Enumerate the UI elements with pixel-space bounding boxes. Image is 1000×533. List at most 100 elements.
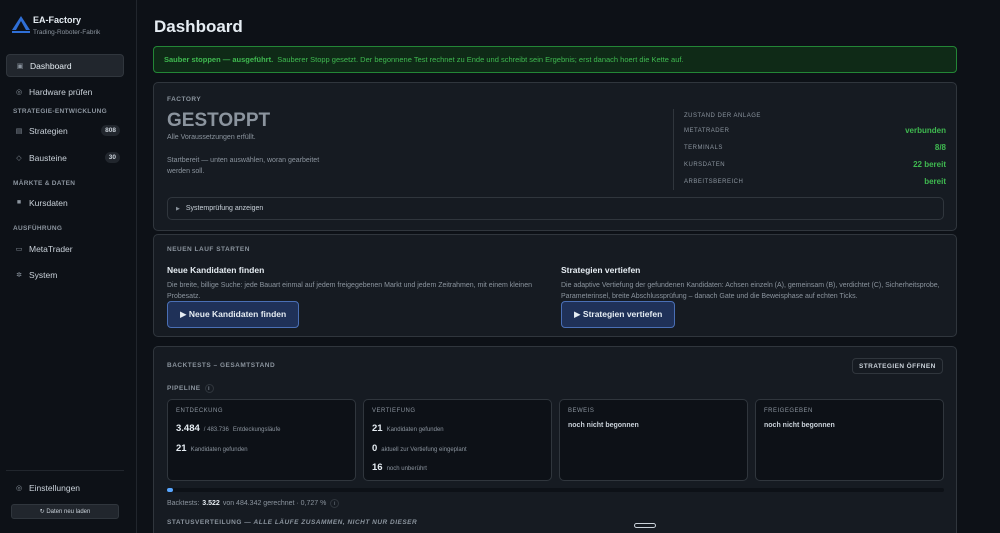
deepening-found-label: Kandidaten gefunden: [386, 427, 444, 433]
sidebar-item-strategies[interactable]: ▤ Strategien 808: [6, 119, 124, 142]
state-value: verbunden: [905, 126, 946, 135]
sidebar-item-label: System: [29, 269, 58, 280]
sidebar-item-label: Einstellungen: [29, 482, 81, 493]
sidebar-item-settings[interactable]: ◎ Einstellungen: [6, 476, 124, 499]
find-candidates-section: Neue Kandidaten finden Die breite, billi…: [167, 265, 552, 302]
alert-strong: Sauber stoppen — ausgeführt.: [164, 55, 274, 64]
settings-icon: ◎: [15, 484, 23, 492]
deepening-untouched-value: 16: [372, 462, 383, 473]
sidebar-item-label: Dashboard: [30, 60, 72, 71]
discovery-runs-label: Entdeckungsläufe: [232, 427, 281, 433]
sidebar-item-system[interactable]: ✲ System: [6, 263, 124, 286]
caret-right-icon: ▶: [176, 205, 180, 212]
status-dist-note: ALLE LÄUFE ZUSAMMEN, NICHT NUR DIESER: [253, 519, 418, 526]
square-icon: ■: [16, 199, 22, 206]
deepen-strategies-button[interactable]: ▶ Strategien vertiefen: [561, 301, 676, 328]
state-row: METATRADER verbunden: [684, 126, 946, 135]
deepening-planned-value: 0: [372, 443, 378, 454]
sidebar-item-dashboard[interactable]: ▣ Dashboard: [6, 54, 124, 77]
backtests-progress-fill: [167, 488, 174, 492]
reload-data-button[interactable]: ↻ Daten neu laden: [11, 504, 119, 519]
deepening-found-value: 21: [372, 423, 383, 434]
alert-text: Sauberer Stopp gesetzt. Der begonnene Te…: [277, 55, 684, 64]
scroll-handle[interactable]: [634, 523, 656, 528]
pipeline-label-text: PIPELINE: [167, 385, 201, 392]
state-key: METATRADER: [684, 127, 730, 134]
factory-label: FACTORY: [167, 96, 202, 103]
discovery-found-label: Kandidaten gefunden: [190, 447, 248, 453]
state-key: ARBEITSBEREICH: [684, 178, 744, 185]
list-icon: ▤: [15, 127, 23, 135]
system-check-toggle[interactable]: ▶ Systemprüfung anzeigen: [167, 197, 944, 220]
state-key: KURSDATEN: [684, 161, 726, 168]
status-distribution-label: STATUSVERTEILUNG — ALLE LÄUFE ZUSAMMEN, …: [167, 519, 417, 526]
stage-line: 16 noch unberührt: [372, 462, 427, 473]
backtests-summary-rest: von 484.342 gerechnet · 0,727 %: [222, 500, 327, 507]
backtests-summary-done: 3.522: [202, 500, 220, 507]
factory-status-sub: Alle Voraussetzungen erfüllt.: [167, 134, 256, 141]
deepen-strategies-desc: Die adaptive Vertiefung der gefundenen K…: [561, 282, 940, 300]
logo-icon: [12, 16, 30, 33]
proof-status: noch nicht begonnen: [568, 422, 639, 429]
backtests-card: BACKTESTS – GESAMTSTAND STRATEGIEN ÖFFNE…: [153, 346, 957, 533]
backtests-summary-prefix: Backtests:: [167, 500, 200, 507]
status-dist-title: STATUSVERTEILUNG —: [167, 519, 252, 526]
blocks-count-badge: 30: [104, 152, 120, 163]
deepening-planned-label: aktuell zur Vertiefung eingeplant: [381, 447, 467, 453]
released-status: noch nicht begonnen: [764, 422, 835, 429]
sidebar-item-label: Kursdaten: [29, 197, 68, 208]
system-check-label: Systemprüfung anzeigen: [185, 205, 264, 212]
strategies-count-badge: 808: [101, 125, 120, 136]
sidebar-item-label: MetaTrader: [29, 243, 73, 254]
sidebar-item-price-data[interactable]: ■ Kursdaten: [6, 191, 124, 214]
stage-line: noch nicht begonnen: [568, 422, 639, 429]
stage-line: 21 Kandidaten gefunden: [372, 423, 444, 434]
state-value: 22 bereit: [913, 160, 946, 169]
stage-line: 3.484 / 483.736 Entdeckungsläufe: [176, 423, 281, 434]
stage-proof: BEWEIS noch nicht begonnen: [559, 399, 748, 481]
nav-section-strategy: STRATEGIE-ENTWICKLUNG: [13, 108, 107, 115]
find-candidates-button[interactable]: ▶ Neue Kandidaten finden: [167, 301, 300, 328]
page-title: Dashboard: [154, 17, 243, 36]
state-row: TERMINALS 8/8: [684, 143, 946, 152]
state-value: bereit: [924, 177, 946, 186]
state-row: KURSDATEN 22 bereit: [684, 160, 946, 169]
new-run-label: NEUEN LAUF STARTEN: [167, 246, 250, 253]
dashboard-icon: ▣: [16, 62, 24, 70]
nav-section-markets: MÄRKTE & DATEN: [13, 180, 76, 187]
info-icon[interactable]: i: [204, 384, 214, 393]
new-run-card: NEUEN LAUF STARTEN Neue Kandidaten finde…: [153, 234, 957, 337]
circle-icon: ◎: [15, 88, 23, 96]
state-value: 8/8: [934, 143, 946, 152]
find-candidates-title: Neue Kandidaten finden: [167, 265, 265, 275]
sidebar-divider: [6, 470, 124, 471]
backtests-label: BACKTESTS – GESAMTSTAND: [167, 362, 276, 369]
factory-status: GESTOPPT: [167, 110, 271, 131]
discovery-found-value: 21: [176, 443, 187, 454]
stage-title: ENTDECKUNG: [176, 408, 224, 414]
info-icon[interactable]: i: [330, 499, 340, 508]
diamond-icon: ◇: [16, 154, 22, 162]
sidebar: EA-Factory Trading-Roboter-Fabrik ▣ Dash…: [0, 0, 137, 533]
stage-title: FREIGEGEBEN: [764, 408, 813, 414]
backtests-progress-bar: [167, 488, 944, 492]
main-content: Dashboard Sauber stoppen — ausgeführt. S…: [138, 0, 1000, 533]
sidebar-item-label: Bausteine: [29, 152, 67, 163]
monitor-icon: ▭: [15, 245, 23, 253]
deepen-strategies-section: Strategien vertiefen Die adaptive Vertie…: [561, 265, 946, 302]
state-row: ARBEITSBEREICH bereit: [684, 177, 946, 186]
stage-title: VERTIEFUNG: [372, 408, 416, 414]
pipeline-label: PIPELINE i: [167, 384, 214, 393]
sidebar-item-hardware[interactable]: ◎ Hardware prüfen: [6, 80, 124, 103]
stage-line: 0 aktuell zur Vertiefung eingeplant: [372, 443, 467, 454]
backtests-summary: Backtests: 3.522 von 484.342 gerechnet ·…: [167, 499, 340, 508]
sidebar-item-metatrader[interactable]: ▭ MetaTrader: [6, 237, 124, 260]
nav-section-execution: AUSFÜHRUNG: [13, 225, 63, 232]
plant-state-panel: ZUSTAND DER ANLAGE METATRADER verbunden …: [673, 109, 948, 190]
stage-line: 21 Kandidaten gefunden: [176, 443, 248, 454]
sidebar-item-blocks[interactable]: ◇ Bausteine 30: [6, 146, 124, 169]
factory-hint: Startbereit — unten auswählen, woran gea…: [167, 157, 320, 175]
factory-card: FACTORY GESTOPPT Alle Voraussetzungen er…: [153, 82, 957, 231]
open-strategies-button[interactable]: STRATEGIEN ÖFFNEN: [852, 358, 943, 374]
sidebar-item-label: Hardware prüfen: [29, 86, 93, 97]
